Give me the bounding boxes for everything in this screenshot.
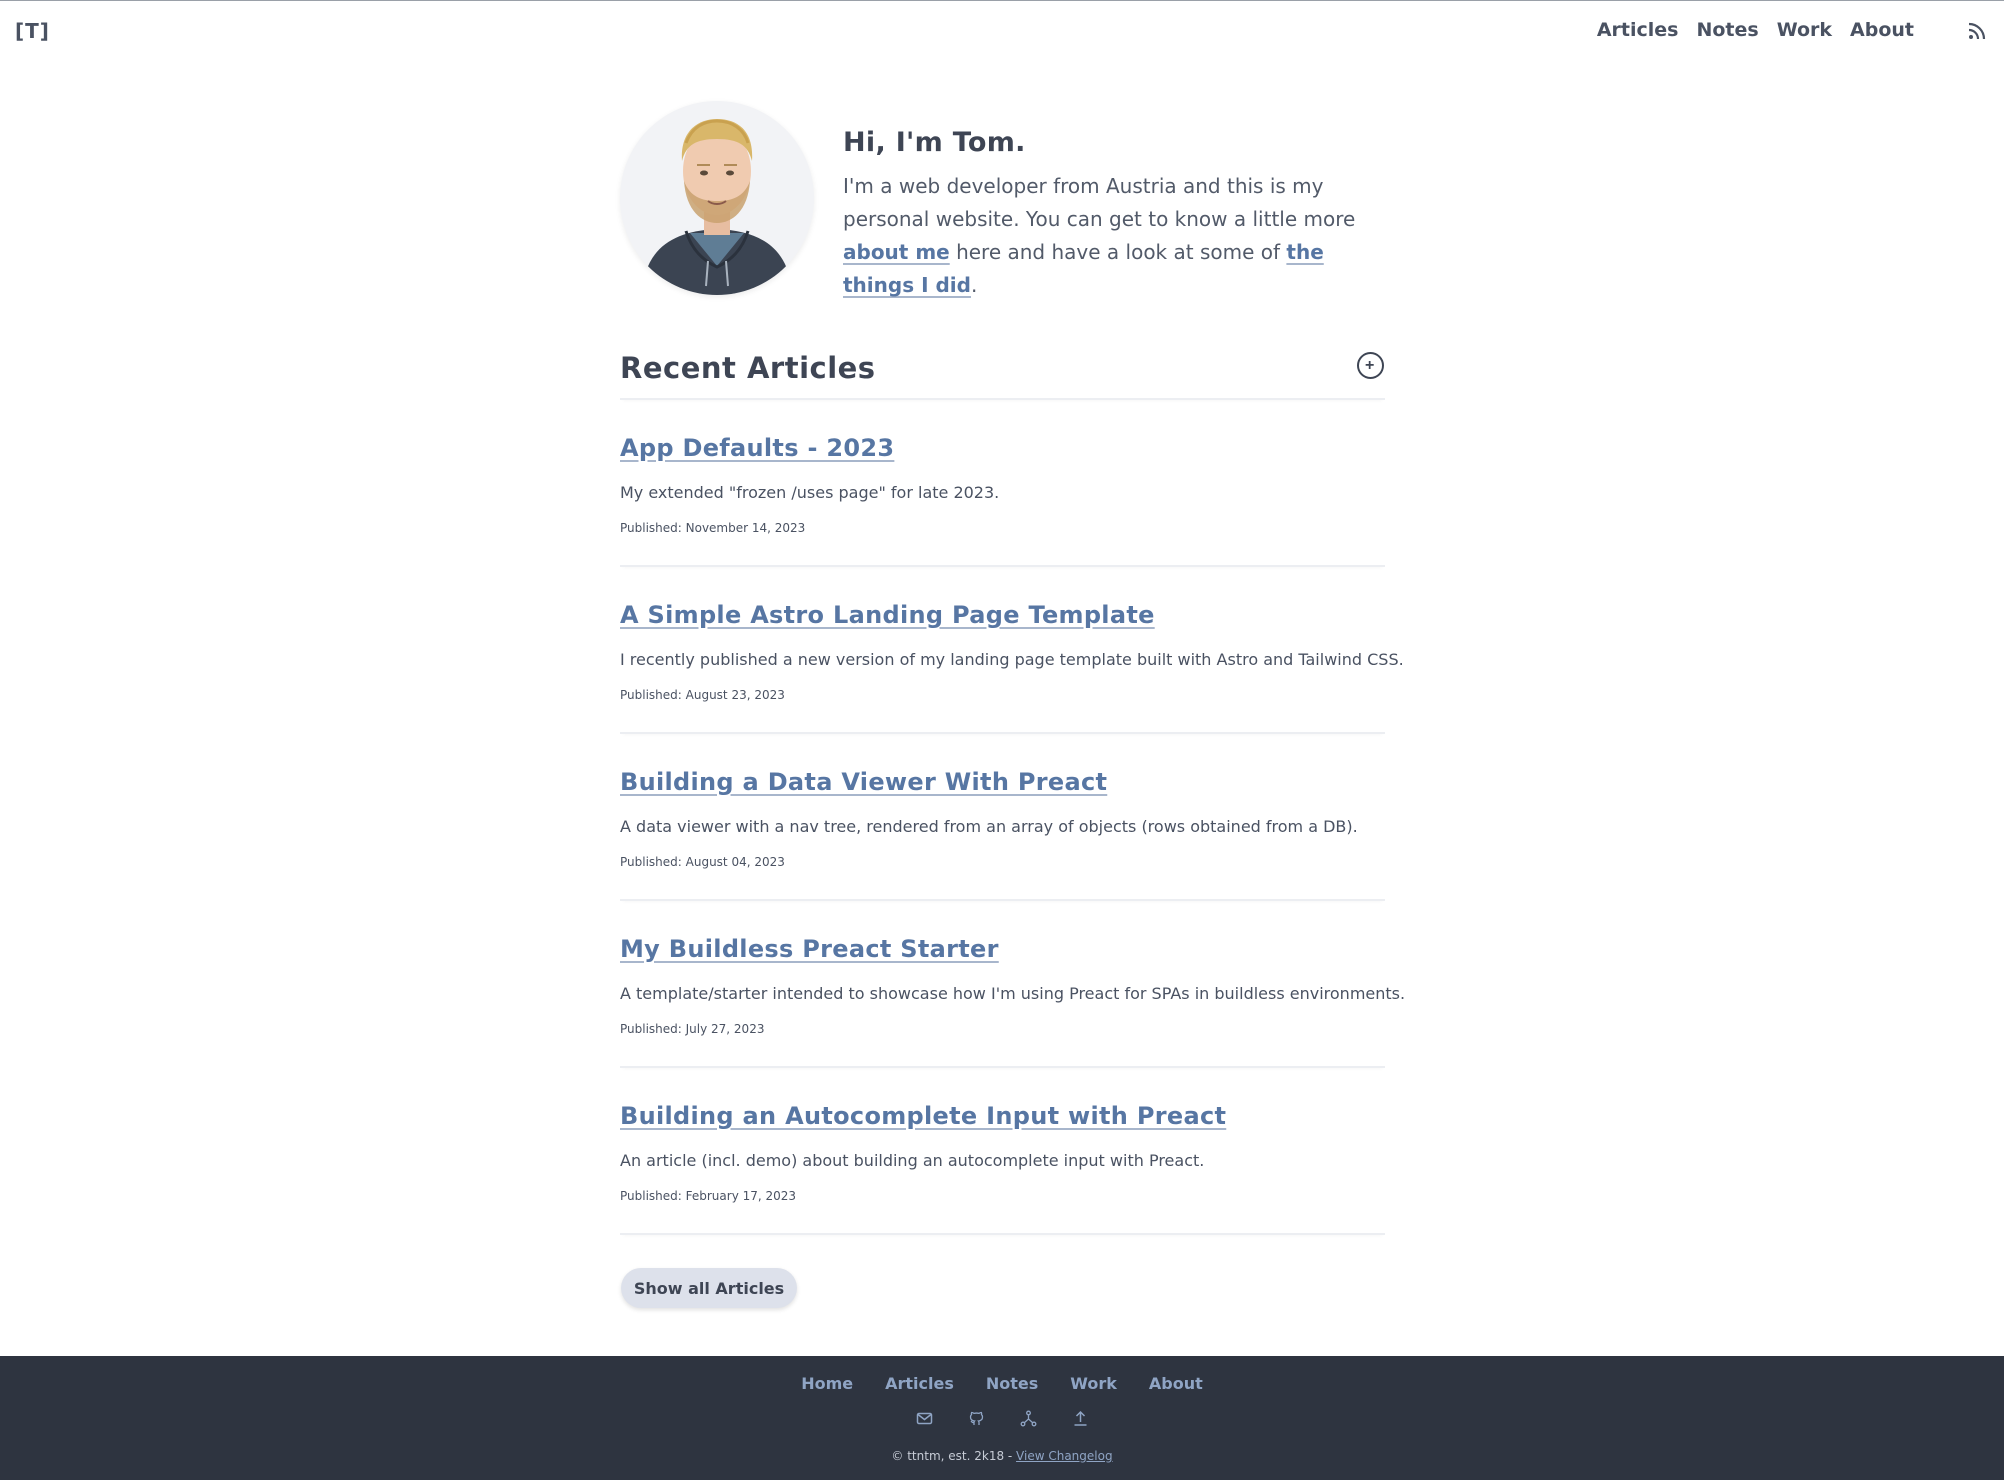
expand-button[interactable]: + bbox=[1357, 352, 1384, 379]
plus-icon: + bbox=[1365, 357, 1375, 374]
footer-link-about[interactable]: About bbox=[1149, 1374, 1203, 1393]
site-header: [T] Articles Notes Work About bbox=[0, 1, 2004, 61]
avatar bbox=[620, 101, 814, 295]
section-title: Recent Articles bbox=[620, 351, 876, 385]
article-date: Published: July 27, 2023 bbox=[620, 1022, 765, 1036]
article-date: Published: November 14, 2023 bbox=[620, 521, 806, 535]
nav-link-work[interactable]: Work bbox=[1777, 19, 1832, 41]
site-footer: Home Articles Notes Work About © ttntm, … bbox=[0, 1356, 2004, 1480]
article-title[interactable]: A Simple Astro Landing Page Template bbox=[620, 601, 1155, 629]
article-description: An article (incl. demo) about building a… bbox=[620, 1151, 1205, 1170]
copyright-text: © ttntm, est. 2k18 - bbox=[891, 1449, 1017, 1463]
footer-icons bbox=[0, 1410, 2004, 1427]
article-item: A Simple Astro Landing Page Template I r… bbox=[620, 567, 1404, 734]
article-description: A template/starter intended to showcase … bbox=[620, 984, 1406, 1003]
article-item: Building an Autocomplete Input with Prea… bbox=[620, 1068, 1385, 1235]
article-date: Published: February 17, 2023 bbox=[620, 1189, 797, 1203]
article-date: Published: August 23, 2023 bbox=[620, 688, 785, 702]
scroll-top-icon[interactable] bbox=[1072, 1410, 1089, 1427]
article-item: App Defaults - 2023 My extended "frozen … bbox=[620, 400, 1385, 567]
copyright: © ttntm, est. 2k18 - View Changelog bbox=[0, 1449, 2004, 1463]
article-date: Published: August 04, 2023 bbox=[620, 855, 785, 869]
hero-intro-text: I'm a web developer from Austria and thi… bbox=[843, 174, 1356, 231]
site-logo[interactable]: [T] bbox=[15, 19, 50, 43]
section-header: Recent Articles + bbox=[620, 346, 1385, 400]
changelog-link[interactable]: View Changelog bbox=[1016, 1449, 1113, 1463]
article-description: My extended "frozen /uses page" for late… bbox=[620, 483, 1000, 502]
top-nav: Articles Notes Work About bbox=[1597, 19, 1914, 41]
hero-intro-text: . bbox=[970, 273, 978, 297]
nav-link-articles[interactable]: Articles bbox=[1597, 19, 1679, 41]
hero-intro: I'm a web developer from Austria and thi… bbox=[843, 170, 1373, 302]
recent-articles: Recent Articles + App Defaults - 2023 My… bbox=[620, 346, 1405, 1235]
article-item: Building a Data Viewer With Preact A dat… bbox=[620, 734, 1385, 901]
article-item: My Buildless Preact Starter A template/s… bbox=[620, 901, 1405, 1068]
github-icon[interactable] bbox=[968, 1410, 985, 1427]
article-title[interactable]: Building a Data Viewer With Preact bbox=[620, 768, 1107, 796]
footer-nav: Home Articles Notes Work About bbox=[0, 1374, 2004, 1393]
mail-icon[interactable] bbox=[916, 1410, 933, 1427]
hero-text: Hi, I'm Tom. I'm a web developer from Au… bbox=[843, 127, 1373, 302]
article-description: A data viewer with a nav tree, rendered … bbox=[620, 817, 1358, 836]
nav-link-notes[interactable]: Notes bbox=[1696, 19, 1758, 41]
about-me-link[interactable]: about me bbox=[843, 240, 950, 264]
article-title[interactable]: App Defaults - 2023 bbox=[620, 434, 894, 462]
rss-icon[interactable] bbox=[1968, 22, 1986, 40]
show-all-articles-button[interactable]: Show all Articles bbox=[621, 1268, 797, 1308]
article-title[interactable]: Building an Autocomplete Input with Prea… bbox=[620, 1102, 1226, 1130]
mastodon-icon[interactable] bbox=[1020, 1410, 1037, 1427]
hero: Hi, I'm Tom. I'm a web developer from Au… bbox=[620, 101, 1390, 297]
footer-link-home[interactable]: Home bbox=[801, 1374, 853, 1393]
article-title[interactable]: My Buildless Preact Starter bbox=[620, 935, 999, 963]
footer-link-work[interactable]: Work bbox=[1070, 1374, 1117, 1393]
footer-link-notes[interactable]: Notes bbox=[986, 1374, 1038, 1393]
hero-title: Hi, I'm Tom. bbox=[843, 127, 1026, 158]
article-description: I recently published a new version of my… bbox=[620, 650, 1404, 669]
footer-link-articles[interactable]: Articles bbox=[885, 1374, 954, 1393]
hero-intro-text: here and have a look at some of bbox=[949, 240, 1287, 264]
nav-link-about[interactable]: About bbox=[1850, 19, 1914, 41]
